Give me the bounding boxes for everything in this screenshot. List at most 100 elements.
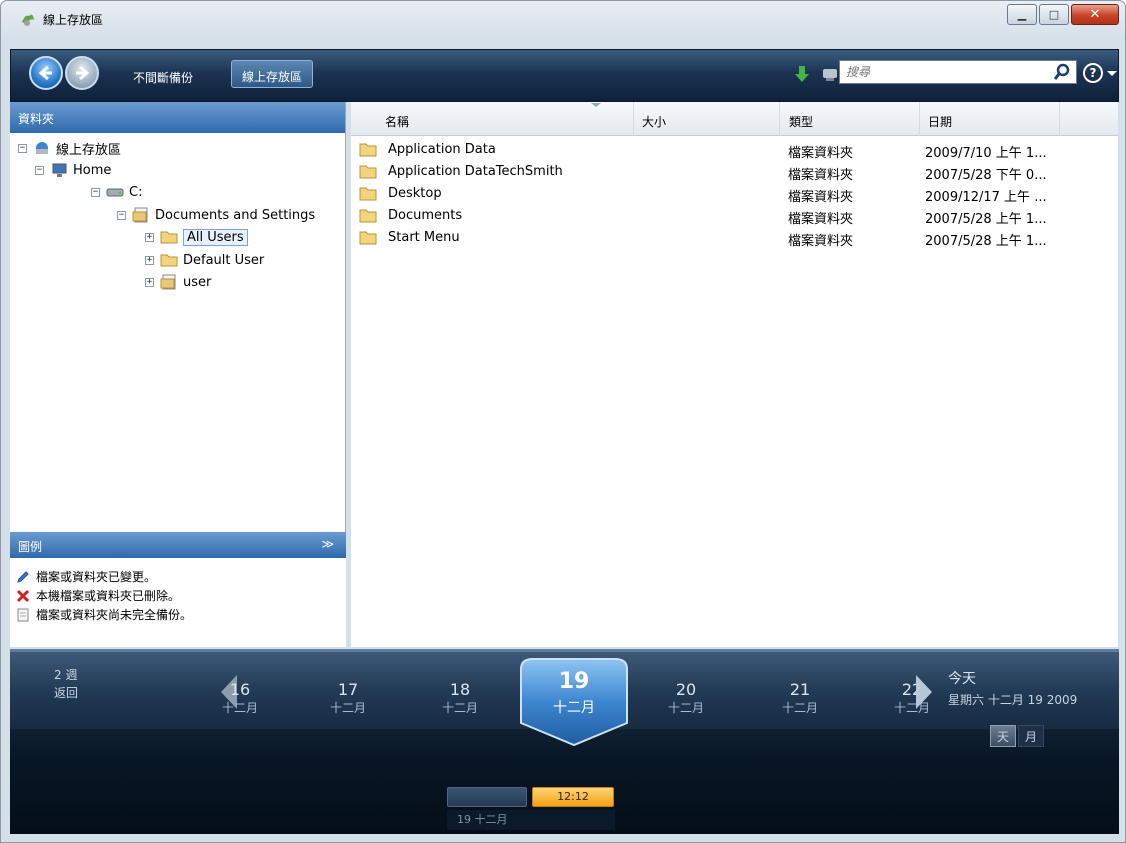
list-item[interactable]: Start Menu 檔案資料夾 2007/5/28 上午 1... [351,227,1118,249]
tree-node-label: All Users [183,228,248,246]
file-type: 檔案資料夾 [788,190,854,205]
legend-title: 圖例 [18,540,43,554]
forward-button[interactable] [65,56,99,90]
timeline-back-button[interactable]: 2 週 返回 [54,666,78,702]
tree-node-online-storage[interactable]: − 線上存放區 [18,137,121,159]
online-storage-icon [36,142,48,154]
search-box[interactable] [839,60,1077,84]
folders-panel-title: 資料夾 [10,102,345,133]
folder-icon [359,165,377,179]
maximize-icon: □ [1048,8,1060,21]
computer-icon [52,163,67,177]
backup-time-badge[interactable]: 12:12 [532,787,614,807]
list-item[interactable]: Application DataTechSmith 檔案資料夾 2007/5/2… [351,161,1118,183]
timeline: 2 週 返回 16 十二月 17 十二月 18 十二月 19 十二月 20 十二… [10,649,1119,834]
view-day-toggle[interactable]: 天 [990,725,1016,747]
column-header-date[interactable]: 日期 [920,102,1060,136]
view-month-toggle[interactable]: 月 [1018,725,1044,747]
expand-icon[interactable]: + [145,255,154,265]
timeline-day[interactable]: 17 十二月 [308,680,388,716]
day-number: 16 [229,680,251,699]
legend-panel: 圖例 ≫ 檔案或資料夾已變更。 本機檔案或資料夾已刪除。 檔案或資料夾尚未完全備… [10,532,346,647]
tree-node-label: C: [129,184,143,200]
timeline-day[interactable]: 16 十二月 [200,680,280,716]
file-type: 檔案資料夾 [788,146,854,161]
file-type: 檔案資料夾 [788,168,854,183]
file-type: 檔案資料夾 [788,212,854,227]
day-month: 十二月 [781,701,818,715]
file-date: 2007/5/28 下午 0... [925,168,1047,183]
column-header-size[interactable]: 大小 [634,102,780,136]
tool-icon[interactable] [821,65,839,83]
today-indicator[interactable]: 今天 星期六 十二月 19 2009 [948,668,1077,708]
minimize-icon: ▁ [1017,8,1027,21]
search-icon[interactable] [1053,63,1071,81]
tree-node-user[interactable]: + user [145,271,211,293]
folder-icon [160,254,178,267]
list-item[interactable]: Documents 檔案資料夾 2007/5/28 上午 1... [351,205,1118,227]
day-month: 十二月 [441,701,478,715]
tree-node-default-user[interactable]: + Default User [145,249,264,271]
timeline-backup-slot[interactable] [447,787,527,807]
file-name: Start Menu [388,230,460,245]
title-bar[interactable]: 線上存放區 ▁ □ ✕ [1,1,1125,41]
app-window: 線上存放區 ▁ □ ✕ 不間斷備份 線上存放區 ? [0,0,1126,843]
close-icon: ✕ [1089,7,1101,22]
day-number: 18 [449,680,471,699]
collapse-icon[interactable]: − [18,143,27,153]
day-month: 十二月 [329,701,366,715]
timeline-day[interactable]: 21 十二月 [760,680,840,716]
tree-node-label: Home [73,162,112,178]
continuous-backup-link[interactable]: 不間斷備份 [133,69,193,86]
file-name: Application Data [388,142,496,157]
column-header-type[interactable]: 類型 [780,102,920,136]
file-list: 名稱 大小 類型 日期 Application Data 檔案資料夾 2009/… [351,102,1118,647]
tree-node-drive-c[interactable]: − C: [91,181,142,203]
list-item[interactable]: Desktop 檔案資料夾 2009/12/17 上午 ... [351,183,1118,205]
file-date: 2007/5/28 上午 1... [925,212,1047,227]
back-arrow-icon [38,65,52,81]
collapse-icon[interactable]: − [117,210,126,220]
current-day-month: 十二月 [553,700,595,716]
file-name: Application DataTechSmith [388,164,563,179]
maximize-button[interactable]: □ [1039,4,1069,25]
back-button[interactable] [29,56,63,90]
folder-icon [359,187,377,201]
column-header-name[interactable]: 名稱 [351,102,634,136]
timeline-day[interactable]: 20 十二月 [646,680,726,716]
legend-header[interactable]: 圖例 ≫ [10,532,346,558]
tree-node-label: Documents and Settings [155,207,316,223]
expand-icon[interactable]: + [145,232,154,242]
list-item[interactable]: Application Data 檔案資料夾 2009/7/10 上午 1... [351,139,1118,161]
day-number: 17 [337,680,359,699]
file-date: 2007/5/28 上午 1... [925,234,1047,249]
timeline-day[interactable]: 18 十二月 [420,680,500,716]
tree-node-documents-and-settings[interactable]: − Documents and Settings [117,204,315,226]
tree-node-label: 線上存放區 [56,142,122,158]
file-date: 2009/12/17 上午 ... [925,190,1047,205]
folder-icon [359,231,377,245]
help-dropdown-icon[interactable] [1107,71,1117,76]
tree-node-all-users[interactable]: + All Users [145,226,248,248]
legend-item-changed: 檔案或資料夾已變更。 [10,568,346,585]
tree-node-home[interactable]: − Home [35,159,111,181]
search-input[interactable] [840,61,1040,83]
today-date: 星期六 十二月 19 2009 [948,693,1078,707]
expand-icon[interactable]: + [145,277,154,287]
close-button[interactable]: ✕ [1071,4,1119,25]
folder-tree: − 線上存放區 − Home − C: − Documents and Sett… [10,133,345,533]
tab-online-storage[interactable]: 線上存放區 [231,60,314,88]
back-weeks-label: 2 週 [54,668,78,682]
minimize-button[interactable]: ▁ [1007,4,1037,25]
timeline-next-icon[interactable] [908,672,938,712]
legend-item-deleted: 本機檔案或資料夾已刪除。 [10,587,346,604]
window-title: 線上存放區 [43,13,104,27]
collapse-icon[interactable]: − [91,187,100,197]
timeline-current-day[interactable]: 19 十二月 [519,657,629,749]
collapse-icon[interactable]: − [35,165,44,175]
chevron-down-icon[interactable]: ≫ [321,537,334,551]
partial-folder-icon [160,274,176,290]
download-icon[interactable] [793,65,811,83]
drive-icon [106,188,124,197]
help-icon[interactable]: ? [1083,63,1103,83]
